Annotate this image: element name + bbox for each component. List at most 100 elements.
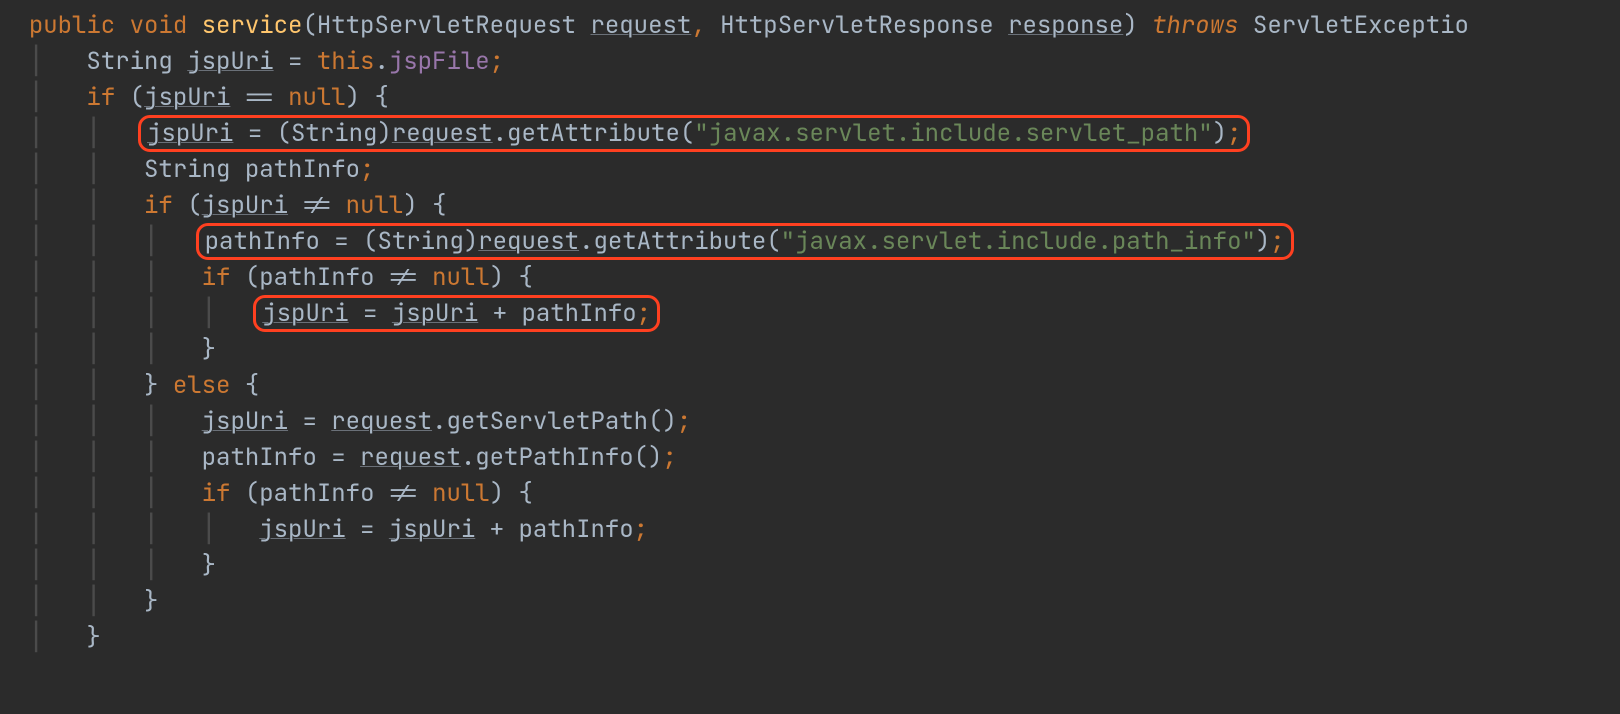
indent-guide: │ bbox=[144, 406, 158, 437]
variable: request bbox=[331, 406, 432, 437]
variable: request bbox=[360, 442, 461, 473]
code-editor[interactable]: public void service(HttpServletRequest r… bbox=[0, 0, 1620, 656]
brace-open: ) { bbox=[490, 262, 533, 293]
variable: jspUri bbox=[389, 514, 475, 545]
indent-guide: │ bbox=[86, 370, 100, 401]
brace-close: } bbox=[86, 622, 100, 653]
method-call: .getServletPath() bbox=[432, 406, 677, 437]
paren-open: ( bbox=[230, 478, 259, 509]
keyword-else: else bbox=[173, 370, 231, 401]
semicolon: ; bbox=[637, 298, 651, 329]
method-call: .getAttribute( bbox=[579, 226, 781, 257]
op-eq: = bbox=[274, 46, 317, 77]
indent-guide: │ bbox=[86, 478, 100, 509]
type: String bbox=[144, 154, 245, 185]
string-literal: "javax.servlet.include.path_info" bbox=[781, 226, 1256, 257]
paren-open: ( bbox=[173, 190, 202, 221]
op-eq: = bbox=[317, 442, 360, 473]
variable: pathInfo bbox=[259, 478, 374, 509]
indent-guide: │ bbox=[29, 334, 43, 365]
brace-open: ) { bbox=[403, 190, 446, 221]
indent-guide: │ bbox=[86, 190, 100, 221]
highlight-box: jspUri = jspUri + pathInfo; bbox=[253, 295, 660, 332]
semicolon: ; bbox=[1227, 118, 1241, 149]
variable: jspUri bbox=[144, 82, 230, 113]
keyword-if: if bbox=[202, 262, 231, 293]
variable: jspUri bbox=[259, 514, 345, 545]
indent-guide: │ bbox=[29, 82, 43, 113]
brace-close: } bbox=[144, 586, 158, 617]
variable: pathInfo bbox=[205, 226, 320, 257]
indent-guide: │ bbox=[29, 262, 43, 293]
paren-open: ( bbox=[115, 82, 144, 113]
brace-open: { bbox=[230, 370, 259, 401]
variable: pathInfo bbox=[521, 298, 636, 329]
variable: jspUri bbox=[262, 298, 348, 329]
op-eq: = bbox=[349, 298, 392, 329]
indent-guide: │ bbox=[86, 118, 100, 149]
paren-close: ) bbox=[1213, 118, 1227, 149]
variable: jspUri bbox=[202, 190, 288, 221]
op-eqeq: == bbox=[230, 82, 288, 113]
indent-guide: │ bbox=[29, 622, 43, 653]
indent-guide: │ bbox=[29, 586, 43, 617]
assign-cast: = (String) bbox=[320, 226, 478, 257]
semicolon: ; bbox=[662, 442, 676, 473]
variable: jspUri bbox=[392, 298, 478, 329]
method-call: .getAttribute( bbox=[493, 118, 695, 149]
highlight-box: jspUri = (String)request.getAttribute("j… bbox=[138, 115, 1250, 152]
indent-guide: │ bbox=[86, 334, 100, 365]
field: jspFile bbox=[389, 46, 490, 77]
param-name: request bbox=[590, 10, 691, 41]
keyword-null: null bbox=[432, 262, 490, 293]
op-plus: + bbox=[478, 298, 521, 329]
param-name: response bbox=[1008, 10, 1123, 41]
indent-guide: │ bbox=[86, 226, 100, 257]
keyword-public: public bbox=[29, 10, 115, 41]
indent-guide: │ bbox=[86, 262, 100, 293]
indent-guide: │ bbox=[86, 298, 100, 329]
variable: pathInfo bbox=[202, 442, 317, 473]
indent-guide: │ bbox=[29, 514, 43, 545]
indent-guide: │ bbox=[29, 370, 43, 401]
keyword-null: null bbox=[288, 82, 346, 113]
keyword-if: if bbox=[144, 190, 173, 221]
indent-guide: │ bbox=[29, 118, 43, 149]
indent-guide: │ bbox=[29, 442, 43, 473]
keyword-void: void bbox=[130, 10, 188, 41]
semicolon: ; bbox=[490, 46, 504, 77]
variable: jspUri bbox=[147, 118, 233, 149]
indent-guide: │ bbox=[86, 406, 100, 437]
param-type: HttpServletResponse bbox=[720, 10, 1008, 41]
comma: , bbox=[691, 10, 705, 41]
indent-guide: │ bbox=[86, 154, 100, 185]
brace-open: ) { bbox=[346, 82, 389, 113]
brace-close: } bbox=[202, 550, 216, 581]
assign-cast: = (String) bbox=[233, 118, 391, 149]
keyword-null: null bbox=[432, 478, 490, 509]
indent-guide: │ bbox=[29, 154, 43, 185]
indent-guide: │ bbox=[29, 478, 43, 509]
op-neq: != bbox=[374, 478, 432, 509]
type: String bbox=[86, 46, 187, 77]
highlight-box: pathInfo = (String)request.getAttribute(… bbox=[196, 223, 1294, 260]
variable: pathInfo bbox=[245, 154, 360, 185]
brace-close: } bbox=[202, 334, 216, 365]
indent-guide: │ bbox=[29, 406, 43, 437]
keyword-if: if bbox=[86, 82, 115, 113]
indent-guide: │ bbox=[29, 190, 43, 221]
method-name: service bbox=[202, 10, 303, 41]
space bbox=[1239, 10, 1253, 41]
indent-guide: │ bbox=[144, 334, 158, 365]
paren-open: ( bbox=[302, 10, 316, 41]
indent-guide: │ bbox=[144, 226, 158, 257]
dot: . bbox=[374, 46, 388, 77]
op-plus: + bbox=[475, 514, 518, 545]
param-type: HttpServletRequest bbox=[317, 10, 591, 41]
brace-open: ) { bbox=[490, 478, 533, 509]
indent-guide: │ bbox=[144, 442, 158, 473]
indent-guide: │ bbox=[29, 298, 43, 329]
variable: pathInfo bbox=[259, 262, 374, 293]
op-neq: != bbox=[288, 190, 346, 221]
keyword-this: this bbox=[317, 46, 375, 77]
